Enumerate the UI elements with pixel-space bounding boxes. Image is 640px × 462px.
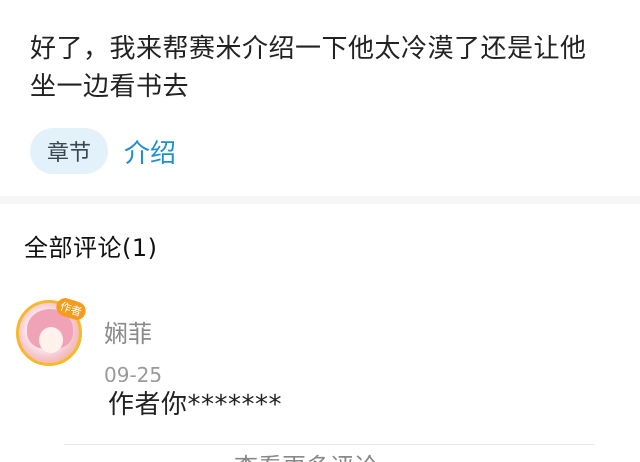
comment-divider	[64, 444, 594, 445]
comment-date: 09-25	[104, 363, 163, 382]
chapter-title-link[interactable]: 介绍	[124, 133, 176, 170]
comment-username[interactable]: 娴菲	[104, 314, 152, 349]
post-body-text: 好了，我来帮赛米介绍一下他太冷漠了还是让他坐一边看书去	[30, 34, 587, 102]
comments-header: 全部评论(1)	[24, 234, 158, 262]
comment-text: 作者你*******	[108, 390, 283, 420]
more-comments-link[interactable]: 查看更多评论	[234, 452, 378, 462]
chapter-tag-row: 章节 介绍	[30, 128, 176, 174]
avatar-face	[39, 327, 63, 353]
chapter-badge: 章节	[30, 128, 108, 174]
section-divider	[0, 196, 640, 204]
